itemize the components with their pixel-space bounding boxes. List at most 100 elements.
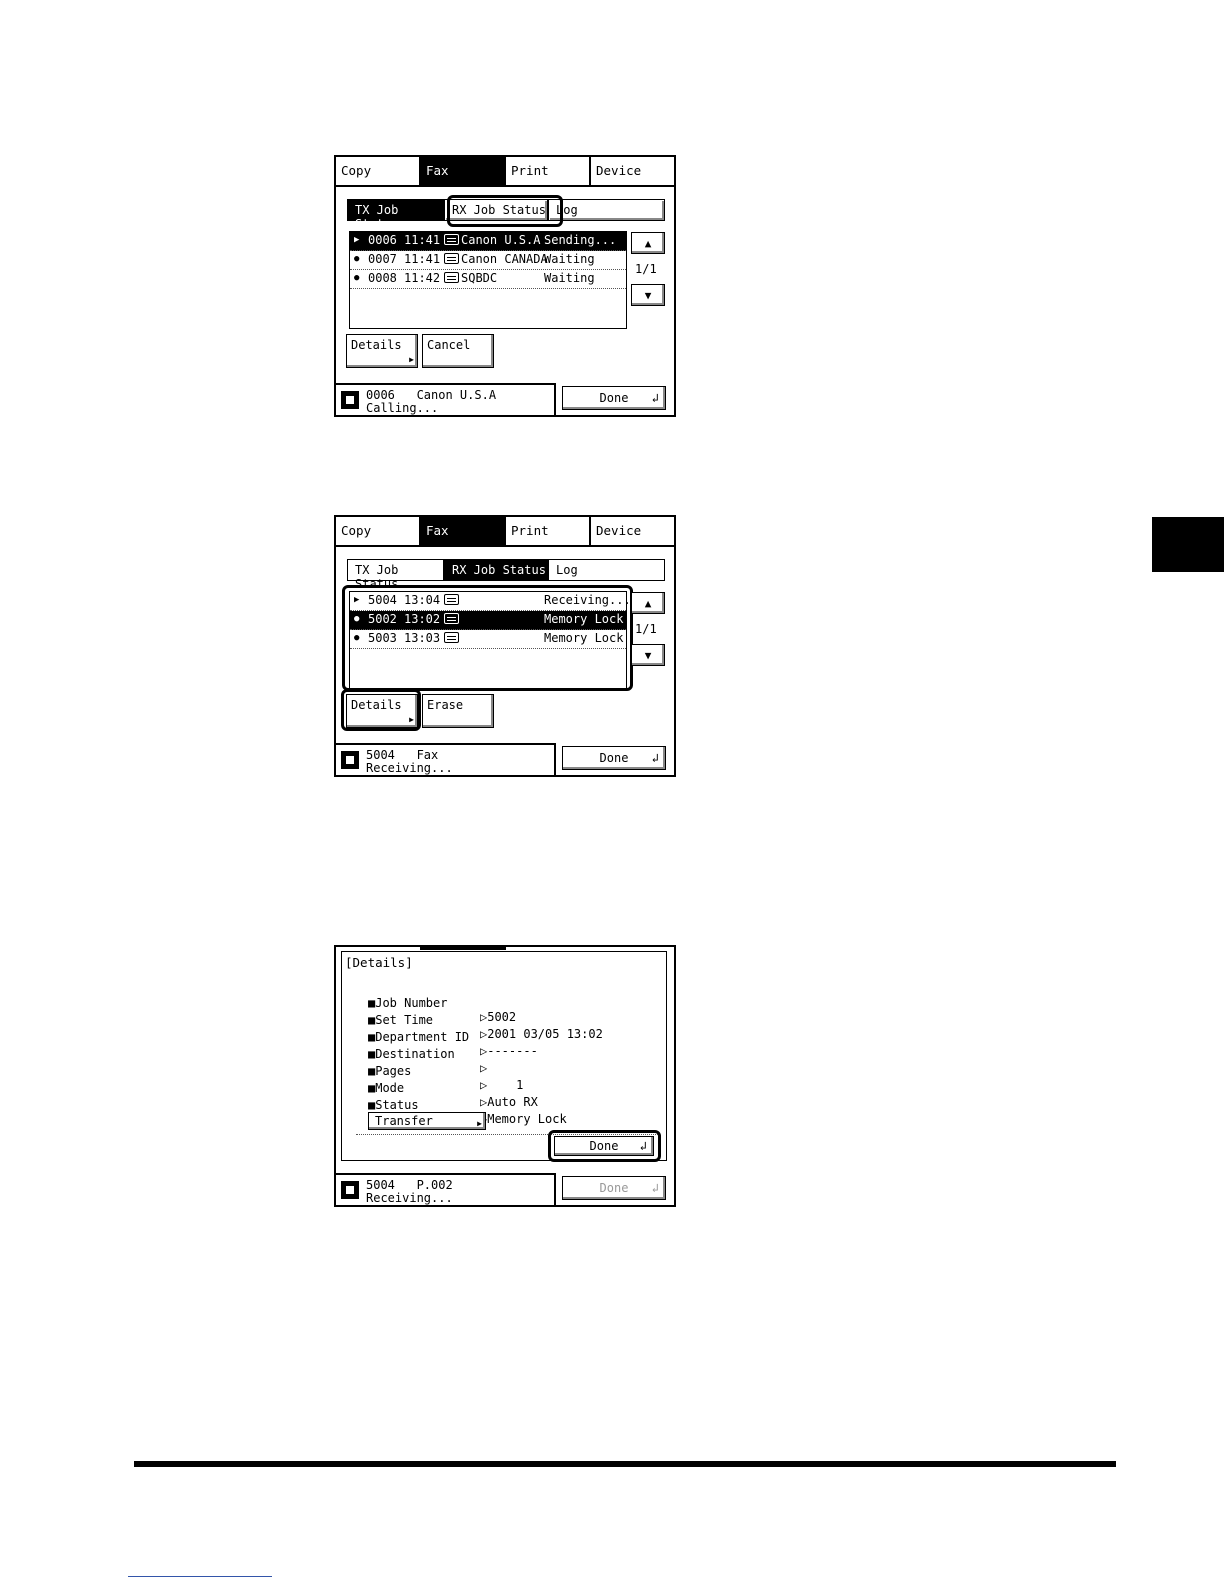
fax-icon — [341, 391, 359, 409]
job-destination: Canon CANADA — [461, 252, 548, 266]
cancel-button[interactable]: Cancel — [422, 334, 494, 368]
footer-rule — [134, 1461, 1116, 1467]
subtab-tx-job-status[interactable]: TX Job Status — [347, 199, 444, 231]
down-arrow-icon: ▼ — [644, 289, 652, 302]
dialog-done-button[interactable]: Done ↲ — [554, 1136, 654, 1156]
tab-device[interactable]: Device — [591, 517, 674, 545]
job-number: 0007 — [368, 252, 397, 266]
subtab-tx-job-status[interactable]: TX Job Status — [347, 559, 444, 591]
field-value: ▷5002 — [480, 1010, 517, 1024]
table-row[interactable]: ▶ 5004 13:04 Receiving... — [350, 592, 631, 611]
main-tabs: Copy Fax Print Device — [336, 157, 674, 187]
subtab-log[interactable]: Log — [548, 559, 665, 581]
job-status: Sending... — [544, 233, 617, 247]
scroll-up-button[interactable]: ▲ — [631, 232, 665, 254]
status-bar: 5004 Fax Receiving... — [336, 743, 556, 775]
job-number: 5002 — [368, 612, 397, 626]
tab-fax[interactable]: Fax — [421, 157, 506, 185]
table-row[interactable]: ● 5003 13:03 Memory Lock — [350, 630, 626, 649]
job-destination: SQBDC — [461, 271, 498, 285]
job-number: 5004 — [368, 593, 397, 607]
down-arrow-icon: ▼ — [644, 649, 652, 662]
return-icon: ↲ — [651, 751, 659, 765]
subtab-rx-job-status[interactable]: RX Job Status — [444, 559, 548, 581]
status-line-2: Receiving... — [366, 761, 453, 775]
field-label: ■Status — [368, 1098, 419, 1112]
divider — [356, 1134, 660, 1135]
tab-device[interactable]: Device — [591, 157, 674, 185]
details-button[interactable]: Details ▶ — [346, 334, 418, 368]
bullet-marker-icon: ● — [354, 254, 360, 264]
job-number: 0008 — [368, 271, 397, 285]
playing-marker-icon: ▶ — [354, 595, 360, 605]
status-line-2: Receiving... — [366, 1191, 453, 1205]
return-icon: ↲ — [651, 1181, 659, 1195]
dialog-title: [Details] — [345, 955, 413, 970]
tab-copy[interactable]: Copy — [336, 517, 421, 545]
bullet-marker-icon: ● — [354, 273, 360, 283]
scroll-down-button[interactable]: ▼ — [631, 644, 665, 666]
details-button[interactable]: Details ▶ — [346, 694, 418, 728]
job-time: 13:03 — [404, 631, 441, 645]
footer-link-underline[interactable] — [128, 1576, 272, 1577]
status-bar: 5004 P.002 Receiving... — [336, 1173, 556, 1205]
subtab-rx-job-status[interactable]: RX Job Status — [444, 199, 548, 221]
status-line-1: 5004 Fax — [366, 748, 439, 762]
scroll-down-button[interactable]: ▼ — [631, 284, 665, 306]
table-row[interactable]: ▶ 0006 11:41 Canon U.S.A Sending... — [350, 232, 626, 251]
return-icon: ↲ — [639, 1139, 647, 1153]
erase-button[interactable]: Erase — [422, 694, 494, 728]
table-row[interactable]: ● 0008 11:42 SQBDC Waiting — [350, 270, 626, 289]
playing-marker-icon: ▶ — [354, 235, 360, 245]
submenu-arrow-icon: ▶ — [477, 1119, 482, 1128]
job-list: ▶ 5004 13:04 Receiving... ● 5002 13:02 M… — [349, 591, 631, 689]
main-tabs: Copy Fax Print Device — [336, 517, 674, 547]
field-mode: ■Mode ▷Auto RX — [368, 1067, 538, 1109]
fax-icon — [341, 751, 359, 769]
up-arrow-icon: ▲ — [644, 237, 652, 250]
job-time: 13:04 — [404, 593, 441, 607]
field-department-id: ■Department ID ▷------- — [368, 1016, 538, 1058]
fax-icon — [444, 234, 459, 245]
subtab-log[interactable]: Log — [548, 199, 665, 221]
field-value: ▷ 1 — [480, 1078, 524, 1092]
fax-icon — [444, 613, 459, 624]
tab-print[interactable]: Print — [506, 517, 591, 545]
field-job-number: ■Job Number ▷5002 — [368, 982, 516, 1024]
job-status: Waiting — [544, 271, 595, 285]
scroll-up-button[interactable]: ▲ — [631, 592, 665, 614]
fax-tx-status-screen: Copy Fax Print Device TX Job Status RX J… — [334, 155, 676, 417]
field-value: ▷Auto RX — [480, 1095, 538, 1109]
tab-fax[interactable]: Fax — [421, 517, 506, 545]
table-row[interactable]: ● 5002 13:02 Memory Lock — [350, 611, 626, 630]
transfer-button[interactable]: Transfer ▶ — [368, 1112, 486, 1130]
job-list: ▶ 0006 11:41 Canon U.S.A Sending... ● 00… — [349, 231, 627, 329]
status-line-1: 0006 Canon U.S.A — [366, 388, 497, 402]
tab-remnant — [420, 947, 506, 950]
job-subtabs: TX Job Status RX Job Status Log — [347, 199, 665, 231]
job-time: 11:42 — [404, 271, 441, 285]
status-line-2: Calling... — [366, 401, 439, 415]
field-value: ▷ — [480, 1061, 488, 1075]
tab-print[interactable]: Print — [506, 157, 591, 185]
job-time: 11:41 — [404, 252, 441, 266]
done-label: Done — [589, 1139, 619, 1153]
done-label: Done — [599, 391, 629, 405]
done-button[interactable]: Done ↲ — [562, 746, 666, 770]
fax-rx-status-screen: Copy Fax Print Device TX Job Status RX J… — [334, 515, 676, 777]
done-button-disabled: Done ↲ — [562, 1176, 666, 1200]
table-row[interactable]: ● 0007 11:41 Canon CANADA Waiting — [350, 251, 626, 270]
details-label: Details — [351, 698, 402, 712]
tab-copy[interactable]: Copy — [336, 157, 421, 185]
bullet-marker-icon: ● — [354, 633, 360, 643]
submenu-arrow-icon: ▶ — [409, 715, 414, 724]
job-destination: Canon U.S.A — [461, 233, 541, 247]
field-destination: ■Destination ▷ — [368, 1033, 487, 1075]
details-label: Details — [351, 338, 402, 352]
job-time: 11:41 — [404, 233, 441, 247]
done-button[interactable]: Done ↲ — [562, 386, 666, 410]
up-arrow-icon: ▲ — [644, 597, 652, 610]
fax-icon — [341, 1181, 359, 1199]
job-status: Memory Lock — [544, 631, 624, 645]
fax-icon — [444, 253, 459, 264]
